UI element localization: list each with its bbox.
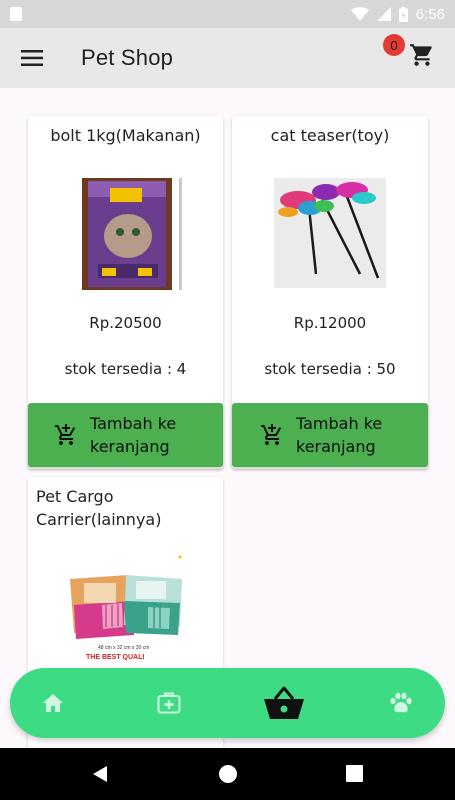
basket-icon bbox=[264, 686, 304, 719]
add-to-cart-button[interactable]: Tambah ke keranjang bbox=[28, 403, 223, 467]
product-price: Rp.12000 bbox=[293, 314, 367, 332]
product-stock: stok tersedia : 4 bbox=[64, 360, 187, 378]
add-to-cart-label: Tambah ke keranjang bbox=[296, 414, 383, 456]
nav-health[interactable] bbox=[142, 668, 196, 738]
product-grid: bolt 1kg(Makanan) Rp.20500 stok tersedia… bbox=[0, 88, 455, 748]
product-image-caption: 48 cm x 32 cm x 30 cm bbox=[98, 645, 149, 651]
add-to-cart-label: Tambah ke keranjang bbox=[90, 414, 177, 456]
product-card: bolt 1kg(Makanan) Rp.20500 stok tersedia… bbox=[28, 116, 223, 469]
product-price: Rp.20500 bbox=[89, 314, 162, 332]
nav-shop[interactable] bbox=[257, 668, 311, 738]
product-title: cat teaser(toy) bbox=[270, 126, 390, 145]
menu-icon[interactable] bbox=[0, 28, 64, 88]
product-title: Pet Cargo Carrier(lainnya) bbox=[36, 487, 162, 529]
product-image[interactable] bbox=[82, 178, 182, 290]
shopping-cart-icon bbox=[410, 44, 432, 66]
page-title: Pet Shop bbox=[81, 45, 174, 70]
add-to-cart-icon bbox=[261, 424, 282, 445]
back-icon[interactable] bbox=[91, 765, 109, 783]
product-image[interactable]: 48 cm x 32 cm x 30 cm THE BEST QUALI bbox=[68, 555, 198, 663]
wifi-icon bbox=[350, 7, 369, 21]
add-to-cart-button[interactable]: Tambah ke keranjang bbox=[232, 403, 428, 467]
product-image-tagline: THE BEST QUALI bbox=[86, 654, 144, 661]
signal-icon bbox=[376, 7, 391, 21]
cart-button[interactable]: 0 bbox=[383, 34, 441, 74]
nav-home[interactable] bbox=[26, 668, 80, 738]
product-title: bolt 1kg(Makanan) bbox=[50, 126, 201, 145]
medical-kit-icon bbox=[157, 692, 181, 714]
product-card: cat teaser(toy) Rp.12000 stok tersedia :… bbox=[232, 116, 428, 469]
product-image[interactable] bbox=[274, 178, 386, 288]
sd-card-icon bbox=[10, 7, 22, 21]
add-to-cart-icon bbox=[55, 424, 76, 445]
paw-icon bbox=[390, 692, 412, 713]
battery-icon bbox=[398, 6, 408, 22]
product-stock: stok tersedia : 50 bbox=[264, 360, 396, 378]
status-bar: 6:56 bbox=[0, 0, 455, 28]
bottom-navigation bbox=[10, 668, 445, 738]
home-icon bbox=[43, 694, 63, 712]
nav-pets[interactable] bbox=[374, 668, 428, 738]
system-navigation-bar bbox=[0, 748, 455, 800]
status-time: 6:56 bbox=[415, 5, 445, 23]
cart-count-badge: 0 bbox=[383, 34, 405, 56]
recents-icon[interactable] bbox=[346, 765, 363, 782]
home-circle-icon[interactable] bbox=[218, 764, 238, 784]
app-bar: Pet Shop 0 bbox=[0, 28, 455, 88]
